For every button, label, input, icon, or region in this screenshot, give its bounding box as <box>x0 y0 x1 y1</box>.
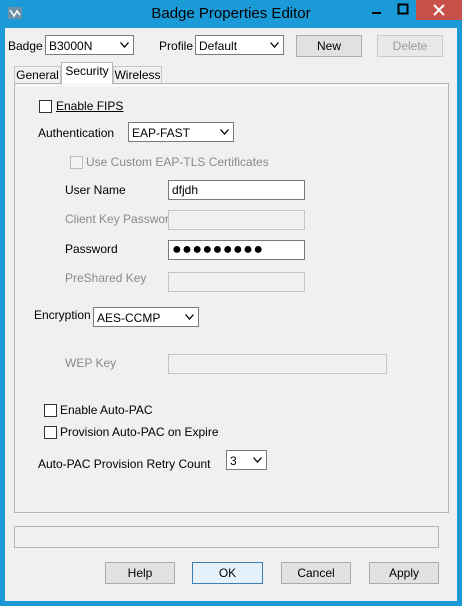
user-name-value: dfjdh <box>172 183 199 197</box>
help-button[interactable]: Help <box>105 562 175 584</box>
password-value: ●●●●●●●●● <box>172 241 264 258</box>
profile-label: Profile <box>159 39 194 53</box>
title-bar[interactable]: Badge Properties Editor <box>0 0 462 28</box>
close-icon <box>433 4 445 16</box>
minimize-button[interactable] <box>364 0 390 20</box>
cancel-button[interactable]: Cancel <box>281 562 351 584</box>
provision-auto-pac-checkbox[interactable] <box>44 426 57 439</box>
retry-count-value: 3 <box>230 454 237 468</box>
maximize-icon <box>397 3 409 15</box>
authentication-label: Authentication <box>38 126 115 140</box>
chevron-down-icon <box>253 457 262 463</box>
user-name-input[interactable]: dfjdh <box>168 180 305 200</box>
badge-select[interactable]: B3000N <box>45 35 134 55</box>
encryption-label: Encryption <box>34 308 91 322</box>
badge-properties-window: Badge Properties Editor Badge B3000N Pro… <box>0 0 462 606</box>
chevron-down-icon <box>120 42 129 48</box>
new-button[interactable]: New <box>296 35 362 57</box>
tab-security[interactable]: Security <box>61 62 113 84</box>
chevron-down-icon <box>185 314 194 320</box>
password-input[interactable]: ●●●●●●●●● <box>168 240 305 260</box>
enable-auto-pac-checkbox[interactable] <box>44 404 57 417</box>
delete-button[interactable]: Delete <box>377 35 443 57</box>
authentication-select[interactable]: EAP-FAST <box>128 122 234 142</box>
wep-key-input[interactable] <box>168 354 387 374</box>
tab-wireless[interactable]: Wireless <box>113 66 162 84</box>
enable-fips-checkbox[interactable] <box>39 100 52 113</box>
badge-select-value: B3000N <box>49 39 93 53</box>
retry-count-select[interactable]: 3 <box>226 450 267 470</box>
wep-key-label: WEP Key <box>65 356 117 370</box>
user-name-label: User Name <box>65 183 126 197</box>
maximize-button[interactable] <box>390 0 416 20</box>
minimize-icon <box>372 12 381 14</box>
apply-button[interactable]: Apply <box>369 562 439 584</box>
provision-auto-pac-label: Provision Auto-PAC on Expire <box>60 425 219 439</box>
authentication-select-value: EAP-FAST <box>132 126 191 140</box>
status-bar <box>14 526 439 548</box>
chevron-down-icon <box>220 129 229 135</box>
retry-count-label: Auto-PAC Provision Retry Count <box>38 457 211 471</box>
badge-label: Badge <box>8 39 43 53</box>
client-key-password-input[interactable] <box>168 210 305 230</box>
client-key-password-label: Client Key Password <box>65 212 176 226</box>
custom-eap-tls-label: Use Custom EAP-TLS Certificates <box>86 155 269 169</box>
close-button[interactable] <box>416 0 462 20</box>
profile-select-value: Default <box>199 39 238 53</box>
profile-select[interactable]: Default <box>195 35 284 55</box>
enable-fips-label[interactable]: Enable FIPS <box>56 99 123 113</box>
security-panel: Enable FIPS Authentication EAP-FAST Use … <box>14 83 449 513</box>
custom-eap-tls-checkbox[interactable] <box>70 156 83 169</box>
chevron-down-icon <box>270 42 279 48</box>
preshared-key-label: PreShared Key <box>65 271 147 285</box>
preshared-key-input[interactable] <box>168 272 305 292</box>
encryption-select[interactable]: AES-CCMP <box>93 307 199 327</box>
tab-general[interactable]: General <box>14 66 61 84</box>
ok-button[interactable]: OK <box>192 562 263 584</box>
password-label: Password <box>65 242 118 256</box>
enable-fips-label-text: Enable FIPS <box>56 99 124 113</box>
encryption-select-value: AES-CCMP <box>97 311 161 325</box>
enable-auto-pac-label: Enable Auto-PAC <box>60 403 153 417</box>
